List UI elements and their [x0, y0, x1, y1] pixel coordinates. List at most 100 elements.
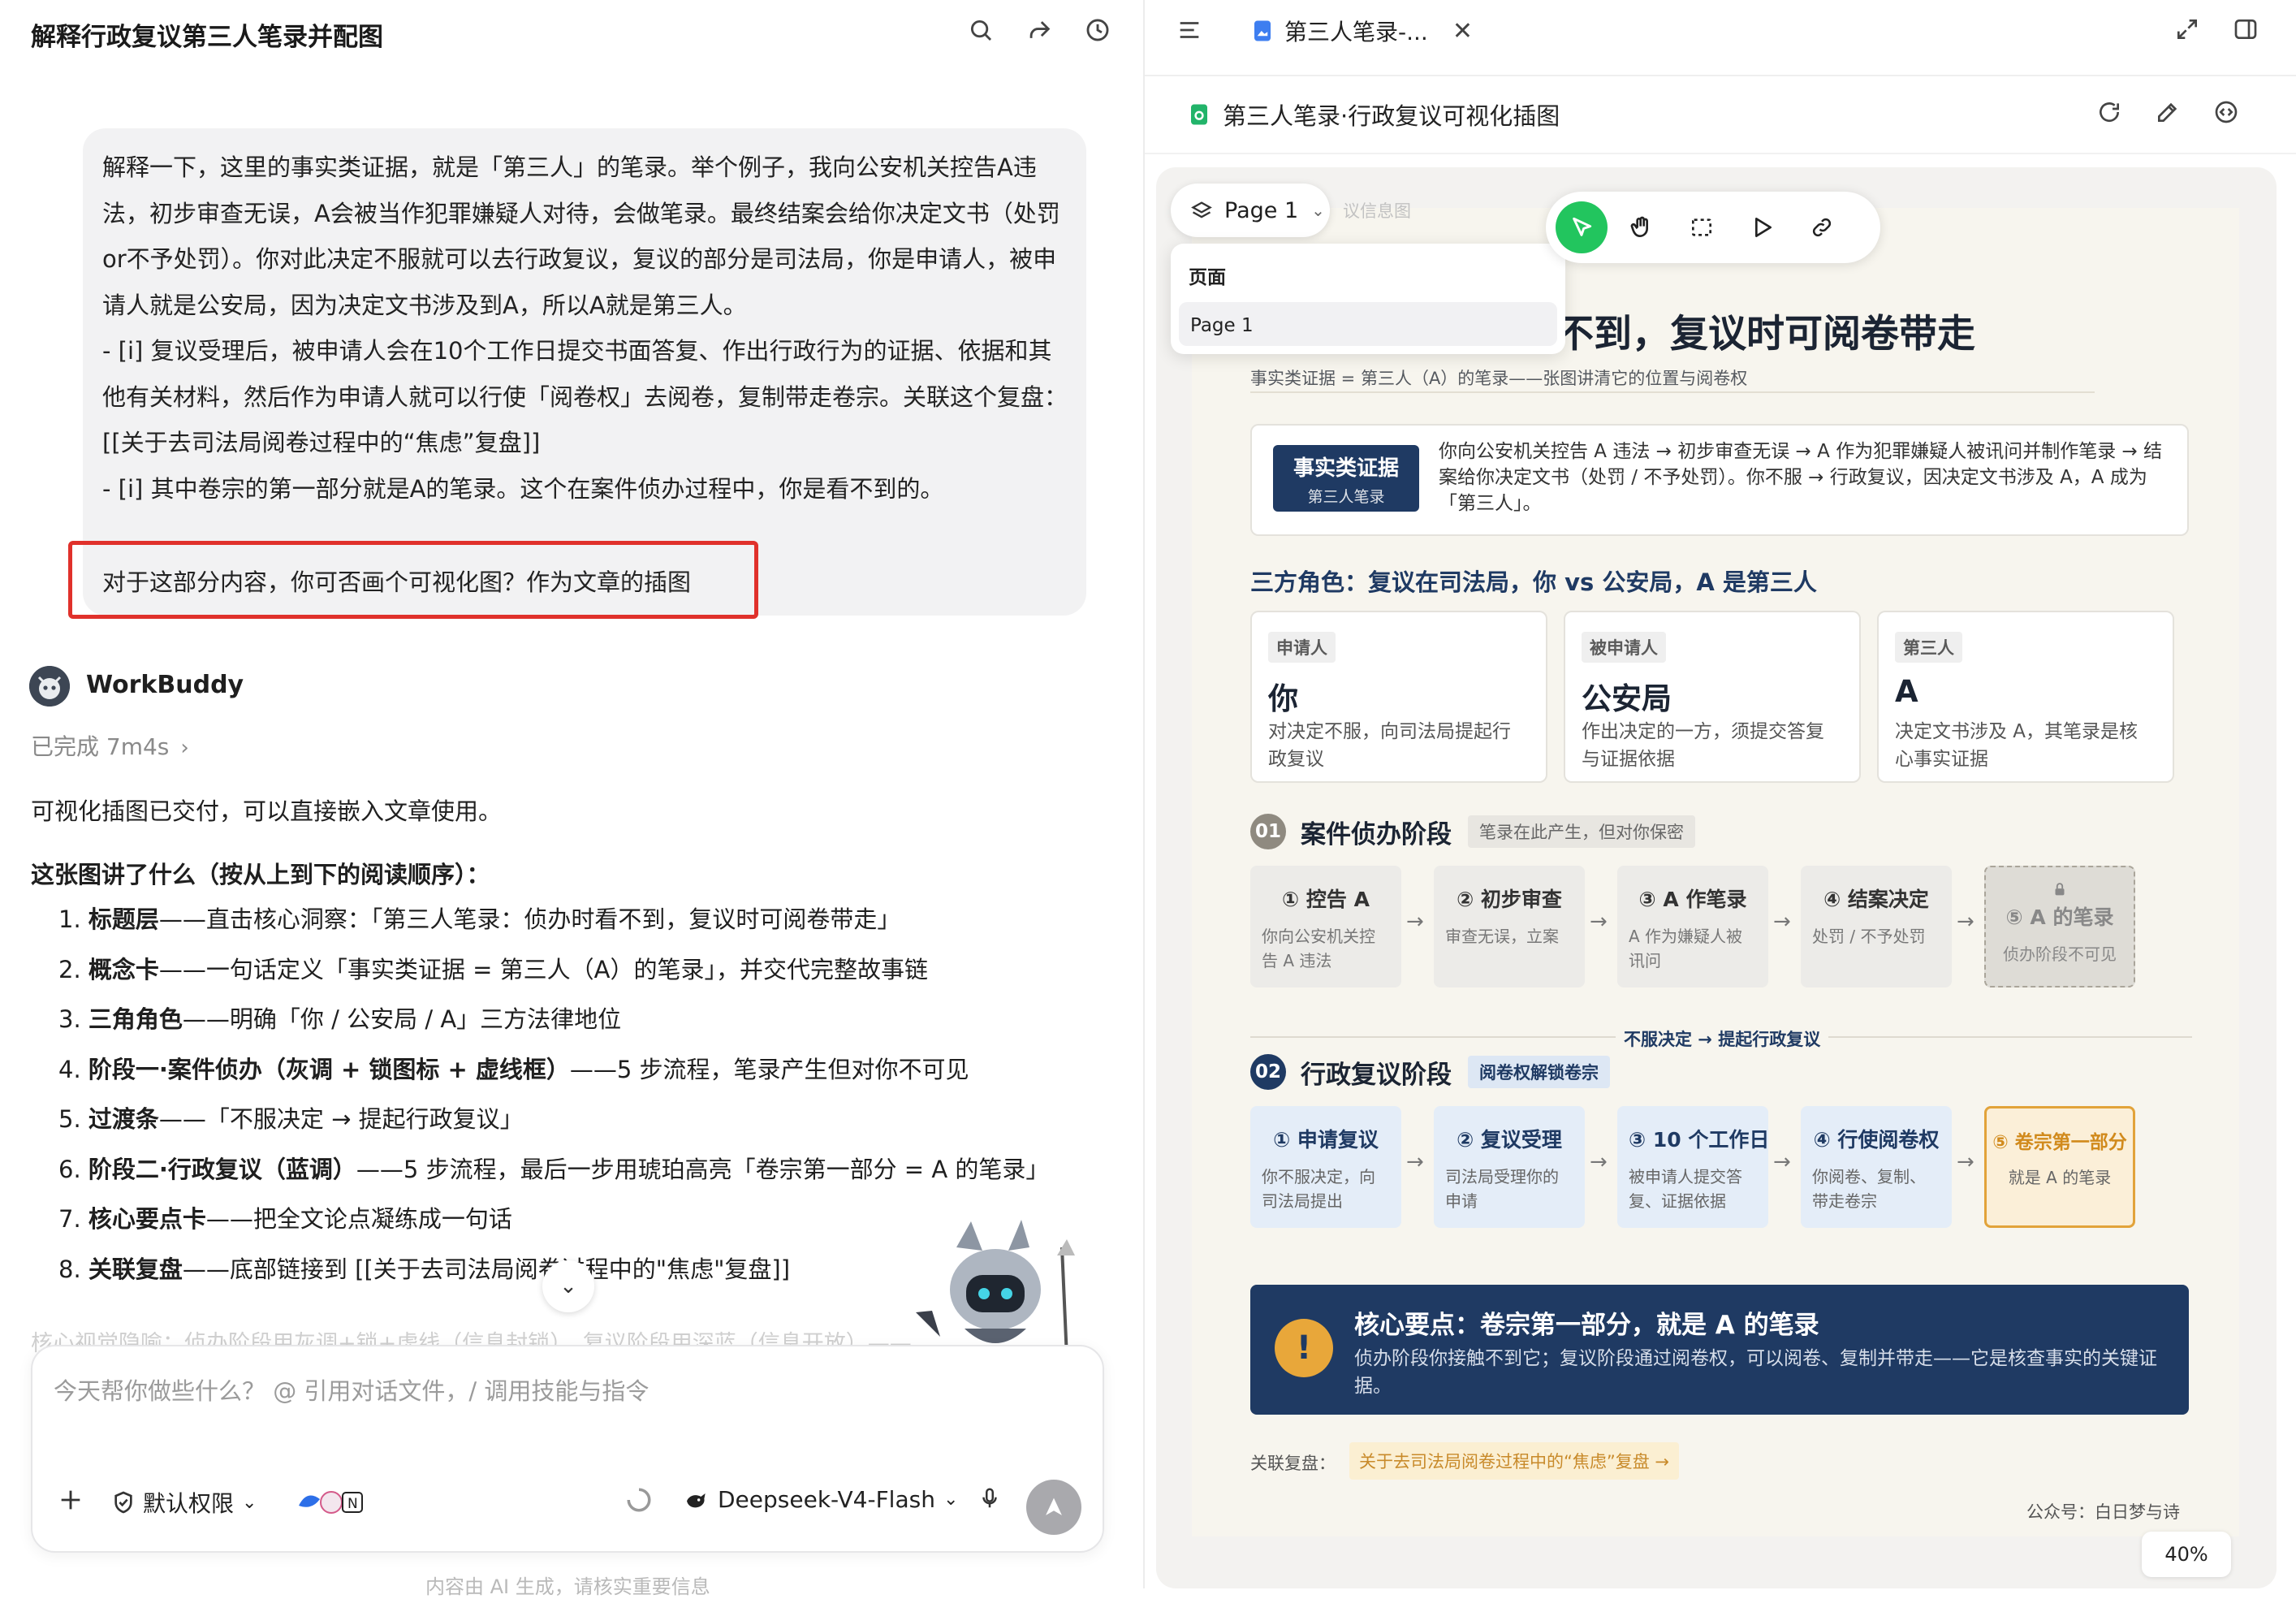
model-selector[interactable]: Deepseek-V4-Flash ⌄: [684, 1486, 958, 1513]
page-menu-item[interactable]: Page 1: [1179, 302, 1557, 346]
assistant-name: WorkBuddy: [86, 671, 244, 699]
shield-check-icon: [114, 1491, 132, 1514]
concept-badge-subtitle: 第三人笔录: [1307, 488, 1385, 506]
history-icon[interactable]: [1081, 13, 1115, 47]
panel-toggle-icon[interactable]: [2233, 16, 2259, 45]
stage1-tag: 笔录在此产生，但对你保密: [1468, 815, 1695, 848]
canvas-toolbar: [1546, 192, 1880, 263]
scroll-down-button[interactable]: ⌄: [542, 1260, 594, 1312]
hand-icon: [1630, 216, 1648, 238]
role-name: A: [1895, 674, 1918, 709]
role-name: 公安局: [1582, 681, 1672, 716]
edit-icon[interactable]: [2155, 99, 2181, 128]
add-button[interactable]: [57, 1486, 84, 1514]
assistant-avatar: [29, 666, 70, 707]
chevron-down-icon: ⌄: [559, 1274, 577, 1299]
conversation-title: 解释行政复议第三人笔录并配图: [31, 23, 383, 52]
review-label: 关联复盘：: [1250, 1454, 1336, 1473]
run-status-text: 已完成 7m4s: [31, 733, 170, 760]
user-question: 对于这部分内容，你可否画个可视化图？作为文章的插图: [102, 568, 692, 596]
send-button[interactable]: [1026, 1480, 1081, 1535]
poster-signature: 公众号：白日梦与诗: [2026, 1502, 2180, 1522]
assistant-heading: 这张图讲了什么（按从上到下的阅读顺序）：: [31, 861, 490, 888]
arrow-right-icon: →: [1406, 1150, 1424, 1174]
chevron-down-icon: ⌄: [943, 1489, 959, 1510]
stage2-step: ④ 行使阅卷权 你阅卷、复制、带走卷宗: [1801, 1106, 1952, 1228]
close-icon[interactable]: ✕: [1452, 17, 1473, 45]
list-item: 3. 三角角色——明确「你 / 公安局 / A」三方法律地位: [58, 1005, 622, 1033]
menu-icon[interactable]: [1176, 16, 1203, 47]
permission-dropdown[interactable]: 默认权限 ⌄: [110, 1486, 257, 1519]
user-message-paragraph: 解释一下，这里的事实类证据，就是「第三人」的笔录。举个例子，我向公安机关控告A违…: [102, 153, 1060, 319]
model-label: Deepseek-V4-Flash: [718, 1486, 935, 1513]
chat-input-placeholder: 今天帮你做些什么？ @ 引用对话文件，/ 调用技能与指令: [54, 1377, 650, 1405]
file-tab[interactable]: 第三人笔录-... ✕: [1250, 15, 1473, 47]
stage2-step-highlight: ⑤ 卷宗第一部分 就是 A 的笔录: [1984, 1106, 2135, 1228]
integration-icons[interactable]: N: [296, 1486, 369, 1519]
page-selector-label: Page 1: [1224, 197, 1299, 223]
role-tag: 被申请人: [1582, 632, 1666, 663]
page-selector[interactable]: Page 1 ⌄: [1171, 184, 1330, 237]
role-card-respondent: 被申请人 公安局 作出决定的一方，须提交答复与证据依据: [1564, 611, 1861, 783]
list-item: 6. 阶段二·行政复议（蓝调）——5 步流程，最后一步用琥珀高亮「卷宗第一部分 …: [58, 1155, 1050, 1183]
link-icon: [1812, 218, 1832, 237]
exclamation-icon: !: [1275, 1319, 1333, 1377]
poster-ghost-text: 议信息图: [1343, 201, 1411, 221]
whale-icon: [687, 1493, 706, 1507]
refresh-icon[interactable]: [2096, 99, 2122, 128]
arrow-right-icon: →: [1406, 910, 1424, 934]
frame-tool-button[interactable]: [1676, 201, 1728, 253]
run-status[interactable]: 已完成 7m4s ›: [31, 729, 189, 762]
role-name: 你: [1268, 681, 1298, 716]
role-card-third-party: 第三人 A 决定文书涉及 A，其笔录是核心事实证据: [1877, 611, 2174, 783]
share-icon[interactable]: [1022, 13, 1056, 47]
stage1-title: 案件侦办阶段: [1301, 820, 1452, 849]
list-item: 4. 阶段一·案件侦办（灰调 + 锁图标 + 虚线框）——5 步流程，笔录产生但…: [58, 1055, 969, 1083]
stage2-tag: 阅卷权解锁卷宗: [1468, 1056, 1610, 1088]
zoom-control[interactable]: 40%: [2142, 1532, 2231, 1577]
core-point-title: 核心要点：卷宗第一部分，就是 A 的笔录: [1354, 1311, 1819, 1340]
stage2-step: ③ 10 个工作日 被申请人提交答复、证据依据: [1617, 1106, 1769, 1228]
layers-icon: [1191, 201, 1212, 218]
preview-pane: 第三人笔录-... ✕ 第三人笔录·行政复议可视化插图 议信息图 时看不到，复议…: [1145, 0, 2296, 1588]
dashed-frame-icon: [1692, 218, 1711, 236]
chat-pane: 解释行政复议第三人笔录并配图 解释一下，这里的事实类证据，就是「第三人」的笔录。…: [0, 0, 1143, 1598]
lock-icon: [1997, 880, 2122, 901]
chevron-down-icon: ⌄: [242, 1492, 257, 1513]
plus-icon: [61, 1490, 80, 1510]
play-button[interactable]: [1736, 201, 1788, 253]
document-icon: [1191, 104, 1207, 125]
robot-mascot-icon: [908, 1215, 1085, 1359]
poster-subtitle: 事实类证据 = 第三人（A）的笔录——张图讲清它的位置与阅卷权: [1250, 369, 1748, 388]
tab-divider: [1145, 75, 2296, 76]
role-desc: 对决定不服，向司法局提起行政复议: [1268, 721, 1511, 770]
role-card-applicant: 申请人 你 对决定不服，向司法局提起行政复议: [1250, 611, 1547, 783]
stage1-step: ② 初步审查 审查无误，立案: [1434, 866, 1585, 987]
stage1-step: ① 控告 A 你向公安机关控告 A 违法: [1250, 866, 1401, 987]
play-icon: [1755, 218, 1772, 237]
transition-text: 不服决定 → 提起行政复议: [1616, 1026, 1829, 1051]
arrow-right-icon: →: [1590, 1150, 1608, 1174]
microphone-icon: [982, 1488, 997, 1508]
concept-badge: 事实类证据 第三人笔录: [1273, 445, 1419, 512]
link-button[interactable]: [1796, 201, 1848, 253]
arrow-right-icon: →: [1590, 910, 1608, 934]
user-message-text: 解释一下，这里的事实类证据，就是「第三人」的笔录。举个例子，我向公安机关控告A违…: [102, 145, 1073, 512]
microphone-button[interactable]: [978, 1486, 1002, 1510]
chevron-right-icon: ›: [180, 736, 189, 760]
document-title: 第三人笔录·行政复议可视化插图: [1223, 102, 1560, 130]
code-icon[interactable]: [2213, 99, 2239, 128]
role-tag: 申请人: [1268, 632, 1336, 663]
header-divider: [1145, 153, 2296, 154]
select-tool-button[interactable]: [1556, 201, 1608, 253]
review-link[interactable]: 关于去司法局阅卷过程中的“焦虑”复盘 →: [1349, 1442, 1680, 1480]
permission-label: 默认权限: [143, 1490, 235, 1517]
stage1-step-locked: ⑤ A 的笔录 侦办阶段不可见: [1984, 866, 2135, 987]
chevron-down-icon: ⌄: [1311, 201, 1325, 220]
hand-tool-button[interactable]: [1616, 201, 1668, 253]
search-icon[interactable]: [964, 13, 998, 47]
concept-badge-title: 事实类证据: [1293, 456, 1399, 481]
expand-icon[interactable]: [2174, 16, 2200, 45]
loading-icon: [625, 1486, 653, 1514]
role-tag: 第三人: [1895, 632, 1962, 663]
